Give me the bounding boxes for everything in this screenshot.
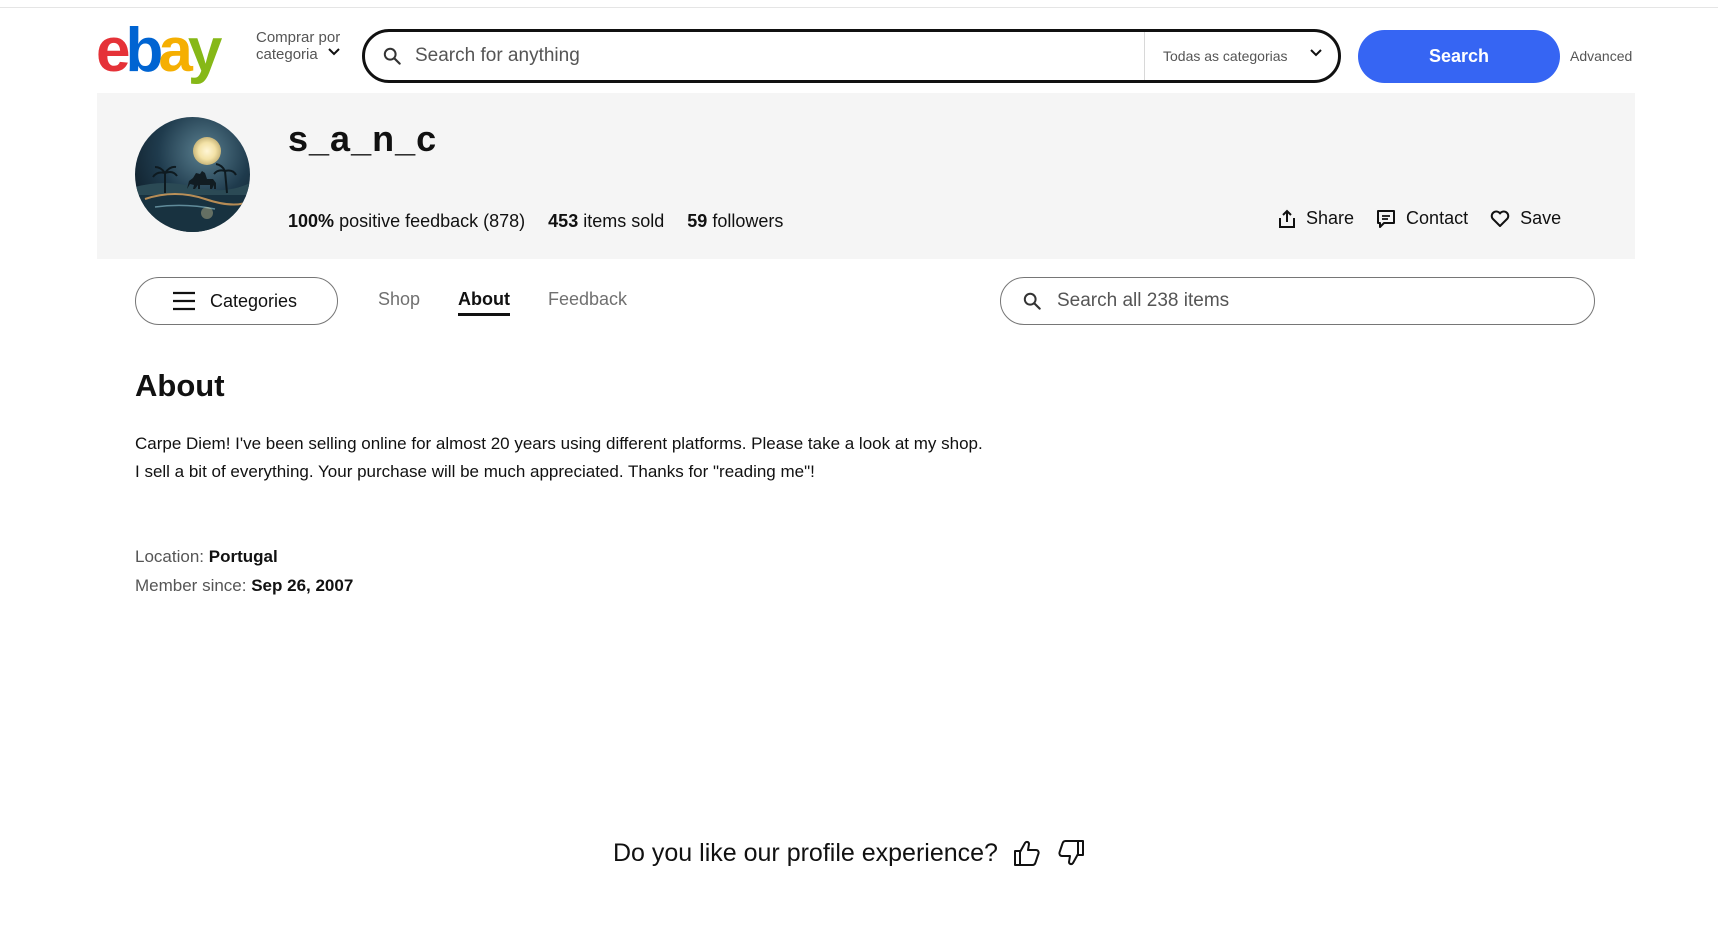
member-since-label: Member since: xyxy=(135,576,247,595)
thumbs-down-button[interactable] xyxy=(1056,838,1086,868)
store-search-bar xyxy=(1000,277,1595,325)
logo-letter-y: y xyxy=(187,16,223,85)
share-icon xyxy=(1279,209,1295,228)
profile-survey: Do you like our profile experience? xyxy=(613,838,1086,868)
top-divider xyxy=(0,7,1718,8)
category-select-value: Todas as categorias xyxy=(1163,48,1288,64)
share-button[interactable]: Share xyxy=(1278,208,1354,229)
about-line-1: Carpe Diem! I've been selling online for… xyxy=(135,434,983,453)
tab-shop[interactable]: Shop xyxy=(378,289,420,310)
thumbs-up-icon xyxy=(1013,840,1040,866)
about-heading: About xyxy=(135,368,225,403)
tab-about[interactable]: About xyxy=(458,289,510,316)
category-select[interactable]: Todas as categorias xyxy=(1144,32,1338,80)
save-seller-button[interactable]: Save xyxy=(1490,208,1561,229)
thumbs-up-button[interactable] xyxy=(1012,838,1042,868)
contact-button[interactable]: Contact xyxy=(1376,208,1468,229)
chevron-down-icon xyxy=(1310,49,1322,57)
categories-button[interactable]: Categories xyxy=(135,277,338,325)
share-label: Share xyxy=(1306,208,1355,228)
location-label: Location: xyxy=(135,547,204,566)
logo-letter-a: a xyxy=(158,16,193,85)
about-description: Carpe Diem! I've been selling online for… xyxy=(135,430,1095,486)
moonlit-desert-camel-avatar-icon xyxy=(135,117,250,232)
store-search-input[interactable] xyxy=(1057,290,1577,312)
chevron-down-icon xyxy=(328,48,340,56)
save-label: Save xyxy=(1520,208,1562,228)
location-value: Portugal xyxy=(208,547,278,566)
message-icon xyxy=(1377,209,1396,228)
logo-letter-b: b xyxy=(125,16,163,85)
items-sold-count: 453 xyxy=(548,211,579,231)
feedback-percent: 100% xyxy=(288,211,335,231)
followers-text: followers xyxy=(712,211,784,231)
seller-username: s_a_n_c xyxy=(288,118,438,159)
tab-feedback[interactable]: Feedback xyxy=(548,289,627,310)
profile-actions: Share Contact Save xyxy=(1278,208,1561,229)
search-button[interactable]: Search xyxy=(1358,30,1560,83)
advanced-search-link[interactable]: Advanced xyxy=(1570,48,1632,64)
member-since-value: Sep 26, 2007 xyxy=(251,576,354,595)
survey-question: Do you like our profile experience? xyxy=(613,838,998,867)
categories-label: Categories xyxy=(210,290,298,311)
followers-count: 59 xyxy=(687,211,708,231)
heart-icon xyxy=(1490,210,1510,227)
hamburger-menu-icon xyxy=(173,291,195,311)
followers-stat: 59 followers xyxy=(687,211,783,232)
about-line-2: I sell a bit of everything. Your purchas… xyxy=(135,462,815,481)
seller-stats: 100% positive feedback (878) 453 items s… xyxy=(288,211,783,232)
search-icon xyxy=(1023,292,1041,310)
logo-letter-e: e xyxy=(96,16,131,85)
contact-label: Contact xyxy=(1406,208,1469,228)
shop-by-category-button[interactable]: Comprar por categoria xyxy=(256,29,346,63)
items-sold-text: items sold xyxy=(583,211,665,231)
feedback-text: positive feedback (878) xyxy=(339,211,526,231)
search-input[interactable] xyxy=(415,45,1125,67)
shop-by-category-label: Comprar por categoria xyxy=(256,29,341,63)
member-since-row: Member since: Sep 26, 2007 xyxy=(135,576,353,596)
avatar[interactable] xyxy=(135,117,250,232)
thumbs-down-icon xyxy=(1058,840,1084,866)
global-search-bar: Todas as categorias xyxy=(362,29,1341,83)
search-icon xyxy=(383,47,401,65)
location-row: Location: Portugal xyxy=(135,547,278,567)
items-sold-stat: 453 items sold xyxy=(548,211,664,232)
feedback-stat[interactable]: 100% positive feedback (878) xyxy=(288,211,525,232)
ebay-logo[interactable]: e b a y xyxy=(96,16,223,85)
